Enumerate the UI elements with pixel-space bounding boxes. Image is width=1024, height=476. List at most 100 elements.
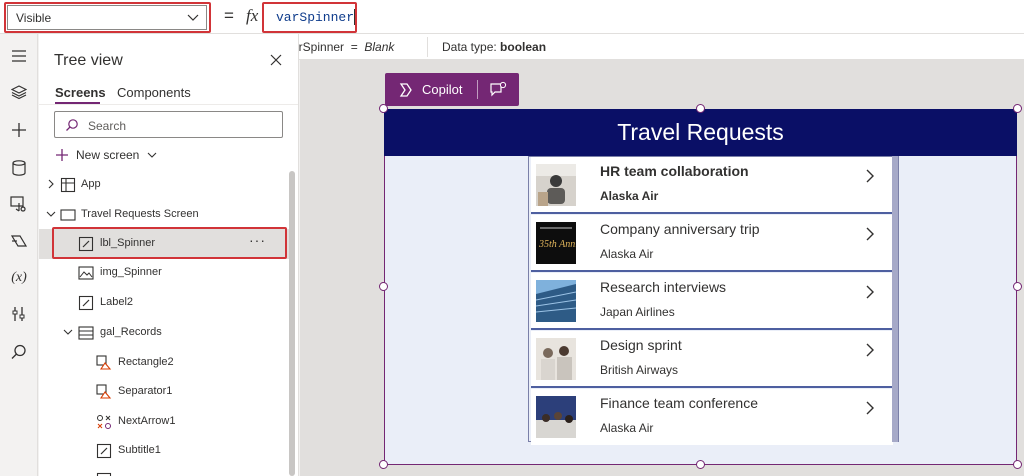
copilot-icon xyxy=(399,83,412,97)
chevron-down-icon[interactable] xyxy=(46,209,56,219)
tree-item-label: NextArrow1 xyxy=(118,415,176,427)
record-title: HR team collaboration xyxy=(600,163,749,179)
search-icon[interactable] xyxy=(7,340,31,364)
item-separator xyxy=(531,270,893,272)
resize-handle-top-right[interactable] xyxy=(1013,104,1022,113)
equals-sign: = xyxy=(224,6,234,25)
tree-item-label: App xyxy=(81,178,101,190)
chat-icon[interactable] xyxy=(489,81,507,98)
gallery-item[interactable]: 35th Anniv Company anniversary trip Alas… xyxy=(531,215,893,271)
resize-handle-middle-left[interactable] xyxy=(379,282,388,291)
tree-item-lbl-spinner[interactable]: lbl_Spinner ··· xyxy=(39,229,289,259)
gallery-item[interactable]: Design sprint British Airways xyxy=(531,331,893,387)
tree-item-label2[interactable]: Label2 xyxy=(39,288,289,318)
tab-components[interactable]: Components xyxy=(117,85,191,100)
resize-handle-top-center[interactable] xyxy=(696,104,705,113)
item-separator xyxy=(531,386,893,388)
record-thumbnail: 35th Anniv xyxy=(536,222,576,264)
tree-search-input[interactable]: Search xyxy=(54,111,283,138)
resize-handle-bottom-right[interactable] xyxy=(1013,460,1022,469)
chevron-right-icon[interactable] xyxy=(864,285,876,299)
database-icon[interactable] xyxy=(7,156,31,180)
tools-icon[interactable] xyxy=(7,302,31,326)
thumbnail-text: 35th Anniv xyxy=(538,239,576,250)
shapes-icon xyxy=(96,355,112,370)
formula-result-bar: varSpinner = Blank Data type: boolean xyxy=(270,34,1024,60)
resize-handle-bottom-center[interactable] xyxy=(696,460,705,469)
tree-view-title: Tree view xyxy=(54,52,123,69)
gallery-item[interactable]: Research interviews Japan Airlines xyxy=(531,273,893,329)
fx-icon: fx xyxy=(246,6,259,25)
chevron-down-icon[interactable] xyxy=(63,327,73,337)
record-thumbnail xyxy=(536,280,576,322)
tree-item-img-spinner[interactable]: img_Spinner xyxy=(39,258,289,288)
formula-input[interactable]: varSpinner xyxy=(266,4,1021,30)
tree-item-travel-requests-screen[interactable]: Travel Requests Screen xyxy=(39,200,289,230)
close-icon[interactable] xyxy=(270,54,282,66)
resize-handle-bottom-left[interactable] xyxy=(379,460,388,469)
tree-item-gal-records[interactable]: gal_Records xyxy=(39,318,289,348)
tree-item-label: lbl_Spinner xyxy=(100,237,156,249)
shapes-icon xyxy=(96,384,112,399)
tree-item-label: Rectangle2 xyxy=(118,356,174,368)
new-screen-button[interactable]: New screen xyxy=(55,146,158,164)
tree-item-nextarrow1[interactable]: NextArrow1 xyxy=(39,407,289,437)
themes-icon[interactable] xyxy=(7,229,31,253)
record-title: Finance team conference xyxy=(600,395,758,411)
text-caret xyxy=(354,9,355,25)
gallery-scrollbar[interactable] xyxy=(892,156,898,442)
tree-scrollbar[interactable] xyxy=(289,171,295,476)
chevron-down-icon xyxy=(147,152,157,158)
label-edit-icon xyxy=(78,236,94,252)
variables-icon[interactable]: (x) xyxy=(7,266,31,290)
copilot-button[interactable]: Copilot xyxy=(385,73,519,106)
media-icon[interactable] xyxy=(7,192,31,216)
resize-handle-middle-right[interactable] xyxy=(1013,282,1022,291)
record-subtitle: British Airways xyxy=(600,363,679,377)
property-value: Visible xyxy=(16,11,52,25)
record-thumbnail xyxy=(536,164,576,206)
item-separator xyxy=(531,212,893,214)
tree-item-label: img_Spinner xyxy=(100,266,162,278)
tree-item-subtitle1[interactable]: Subtitle1 xyxy=(39,436,289,466)
chevron-down-icon xyxy=(187,14,199,21)
tab-screens[interactable]: Screens xyxy=(55,85,106,100)
tree-item-separator1[interactable]: Separator1 xyxy=(39,377,289,407)
chevron-right-icon[interactable] xyxy=(864,169,876,183)
hamburger-icon[interactable] xyxy=(7,44,31,68)
record-subtitle: Alaska Air xyxy=(600,247,654,261)
search-icon xyxy=(66,119,78,131)
label-edit-icon xyxy=(78,295,94,311)
record-subtitle: Japan Airlines xyxy=(600,305,675,319)
icon-gallery-icon xyxy=(97,415,111,429)
chevron-right-icon[interactable] xyxy=(864,401,876,415)
formula-bar: Visible = fx varSpinner xyxy=(0,0,1024,34)
layers-icon[interactable] xyxy=(7,80,31,104)
chevron-right-icon[interactable] xyxy=(864,227,876,241)
record-subtitle: Alaska Air xyxy=(600,189,659,203)
tree-item-app[interactable]: App xyxy=(39,170,289,200)
tree-view-panel: Tree view Screens Components Search New … xyxy=(39,34,299,476)
tree-item-rectangle2[interactable]: Rectangle2 xyxy=(39,348,289,378)
resize-handle-top-left[interactable] xyxy=(379,104,388,113)
property-dropdown[interactable]: Visible xyxy=(7,5,207,30)
record-subtitle: Alaska Air xyxy=(600,421,654,435)
record-title: Design sprint xyxy=(600,337,682,353)
screen-header[interactable]: Travel Requests xyxy=(384,109,1017,156)
plus-icon[interactable] xyxy=(7,118,31,142)
plus-icon xyxy=(56,149,68,161)
gallery-item[interactable]: Finance team conference Alaska Air xyxy=(531,389,893,445)
record-title: Company anniversary trip xyxy=(600,221,760,237)
tree-item-label: Subtitle1 xyxy=(118,444,161,456)
app-icon xyxy=(60,177,76,193)
label-edit-icon xyxy=(96,443,112,459)
tree-item-label: Label2 xyxy=(100,296,134,308)
record-title: Research interviews xyxy=(600,279,727,295)
gallery-item[interactable]: HR team collaboration Alaska Air xyxy=(531,157,893,213)
screen-title: Travel Requests xyxy=(617,119,784,145)
copilot-label: Copilot xyxy=(422,82,463,97)
chevron-right-icon[interactable] xyxy=(864,343,876,357)
data-type-text: Data type: boolean xyxy=(442,40,547,54)
chevron-right-icon[interactable] xyxy=(46,179,56,189)
more-options-icon[interactable]: ··· xyxy=(249,232,266,248)
